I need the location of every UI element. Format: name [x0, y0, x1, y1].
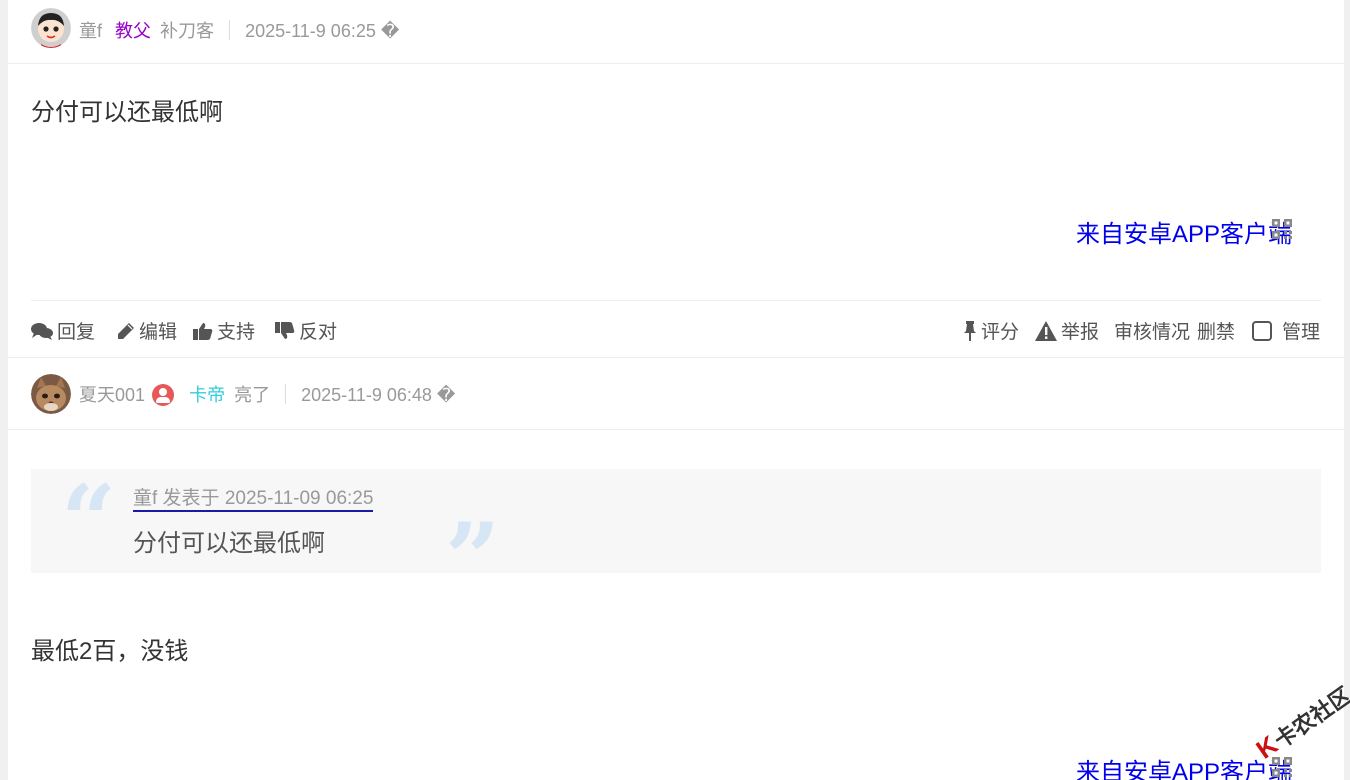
post-time: 2025-11-9 06:25 �	[245, 21, 400, 41]
user-badge-icon	[152, 384, 175, 406]
quote-source-link[interactable]: 童f 发表于 2025-11-09 06:25	[133, 488, 374, 512]
review-status-label[interactable]: 审核情况	[1114, 317, 1190, 344]
manage-checkbox[interactable]	[1252, 320, 1272, 341]
from-app-label[interactable]: 来自安卓APP客户端	[1076, 221, 1292, 248]
from-app-link[interactable]: 来自安卓APP客户端	[1076, 752, 1292, 780]
report-label[interactable]: 举报	[1061, 317, 1099, 344]
user-status: 补刀客	[160, 21, 215, 41]
rate-label[interactable]: 评分	[981, 317, 1019, 344]
rate-button[interactable]: 评分	[963, 317, 1019, 344]
quote-block: “ ” 童f 发表于 2025-11-09 06:25 分付可以还最低啊	[31, 464, 1321, 607]
manage-label[interactable]: 管理	[1282, 317, 1320, 344]
post-time: 2025-11-9 06:48 �	[301, 385, 456, 405]
meta-divider	[229, 20, 231, 40]
user-rank[interactable]: 教父	[115, 21, 151, 41]
support-label[interactable]: 支持	[217, 317, 255, 344]
from-app-label[interactable]: 来自安卓APP客户端	[1076, 759, 1292, 780]
avatar[interactable]	[31, 374, 71, 414]
post-meta: 夏天001 卡帝 亮了 2025-11-9 06:48 �	[79, 381, 455, 407]
post-thread: 童f 教父 补刀客 2025-11-9 06:25 � 分付可以还最低啊 来自安…	[8, 0, 1344, 780]
post-meta: 童f 教父 补刀客 2025-11-9 06:25 �	[79, 17, 399, 43]
post-action-bar: 回复 编辑 支持 反对 评分 举报 审核情况 删禁 管理	[31, 300, 1321, 357]
pin-icon	[964, 320, 976, 341]
report-button[interactable]: 举报	[1035, 317, 1099, 344]
post-content: 分付可以还最低啊	[31, 99, 223, 126]
author-name[interactable]: 童f	[79, 21, 102, 41]
quote-text: 分付可以还最低啊	[133, 530, 325, 557]
manage-toggle[interactable]: 管理	[1252, 317, 1320, 344]
post-header: 童f 教父 补刀客 2025-11-9 06:25 �	[8, 0, 1344, 64]
edit-label[interactable]: 编辑	[139, 317, 177, 344]
user-status: 亮了	[234, 385, 271, 405]
thumbs-down-icon	[275, 321, 295, 339]
reply-label[interactable]: 回复	[57, 317, 95, 344]
support-button[interactable]: 支持	[193, 317, 255, 344]
pencil-icon	[118, 322, 134, 339]
ban-link[interactable]: 删禁	[1197, 317, 1235, 344]
avatar[interactable]	[31, 8, 71, 48]
meta-divider	[285, 384, 287, 404]
author-name[interactable]: 夏天001	[79, 385, 145, 405]
quote-close-icon: ”	[445, 502, 501, 615]
user-rank[interactable]: 卡帝	[189, 385, 225, 405]
quote-open-icon: “	[61, 464, 117, 577]
thumbs-up-icon	[193, 322, 213, 340]
reply-button[interactable]: 回复	[31, 317, 95, 344]
from-app-link[interactable]: 来自安卓APP客户端	[1076, 214, 1292, 249]
edit-button[interactable]: 编辑	[117, 317, 177, 344]
warning-icon	[1035, 320, 1057, 341]
qrcode-icon[interactable]	[1272, 219, 1292, 239]
oppose-label[interactable]: 反对	[299, 317, 337, 344]
review-status-link[interactable]: 审核情况	[1114, 317, 1190, 344]
post-header: 夏天001 卡帝 亮了 2025-11-9 06:48 �	[8, 358, 1344, 430]
comments-icon	[31, 322, 53, 340]
post-content: 最低2百，没钱	[31, 638, 189, 665]
ban-label[interactable]: 删禁	[1197, 317, 1235, 344]
oppose-button[interactable]: 反对	[275, 317, 337, 344]
